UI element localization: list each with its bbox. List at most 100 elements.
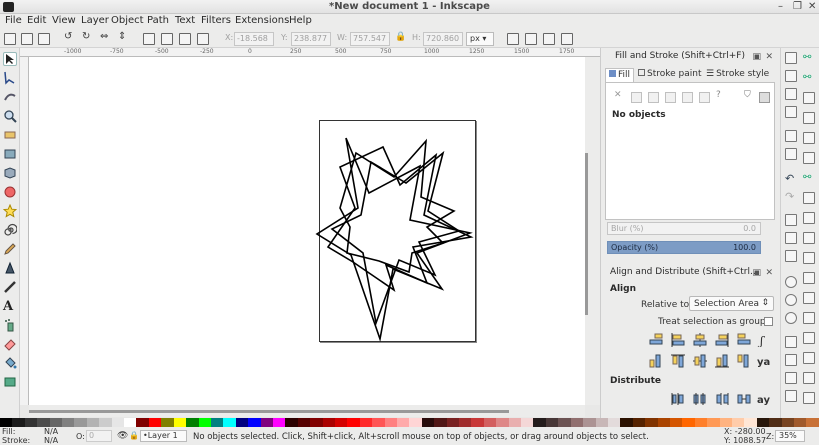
- text-tool-icon[interactable]: A: [3, 299, 17, 314]
- palette-swatch[interactable]: [409, 418, 422, 427]
- snap-nodes-icon[interactable]: ⚯: [803, 172, 815, 184]
- minimize-button[interactable]: –: [778, 1, 783, 12]
- snap-bbox-icon[interactable]: ⚯: [803, 72, 815, 84]
- palette-swatch[interactable]: [545, 418, 559, 427]
- rectangle-tool-icon[interactable]: [3, 147, 17, 161]
- palette-swatch[interactable]: [62, 418, 75, 427]
- palette-swatch[interactable]: [421, 418, 435, 427]
- y-field[interactable]: 238.877: [291, 32, 331, 46]
- palette-swatch[interactable]: [0, 418, 13, 427]
- dialog-close-icon[interactable]: ✕: [765, 52, 773, 62]
- move-patterns-icon[interactable]: [561, 33, 573, 45]
- print-document-icon[interactable]: [785, 106, 797, 118]
- pattern-icon[interactable]: [699, 92, 710, 103]
- palette-swatch[interactable]: [248, 418, 261, 427]
- palette-swatch[interactable]: [161, 418, 174, 427]
- flat-color-icon[interactable]: [631, 92, 642, 103]
- measure-tool-icon[interactable]: [3, 128, 17, 142]
- palette-swatch[interactable]: [186, 418, 199, 427]
- menu-extensions[interactable]: Extensions: [235, 15, 289, 26]
- align-close-icon[interactable]: ✕: [765, 268, 773, 278]
- snap-bbox-centers-icon[interactable]: [803, 152, 815, 164]
- palette-swatch[interactable]: [645, 418, 658, 427]
- align-bottom-to-top-anchor-icon[interactable]: [649, 354, 663, 368]
- h-field[interactable]: 720.860: [423, 32, 463, 46]
- palette-swatch[interactable]: [148, 418, 162, 427]
- menu-edit[interactable]: Edit: [27, 15, 46, 26]
- palette-swatch[interactable]: [12, 418, 25, 427]
- radial-gradient-icon[interactable]: [665, 92, 676, 103]
- snap-centers-icon[interactable]: [803, 292, 815, 304]
- palette-swatch[interactable]: [74, 418, 87, 427]
- snap-bbox-edges-icon[interactable]: [803, 92, 815, 104]
- snap-smooth-nodes-icon[interactable]: [803, 252, 815, 264]
- open-document-icon[interactable]: [785, 70, 797, 82]
- align-top-to-bottom-anchor-icon[interactable]: [737, 354, 751, 368]
- distribute-left-edges-icon[interactable]: [671, 392, 685, 406]
- palette-swatch[interactable]: [198, 418, 211, 427]
- select-all-layers-icon[interactable]: [21, 33, 33, 45]
- distribute-right-edges-icon[interactable]: [715, 392, 729, 406]
- palette-swatch[interactable]: [719, 418, 732, 427]
- palette-swatch[interactable]: [124, 418, 137, 427]
- palette-swatch[interactable]: [744, 418, 757, 427]
- center-horizontal-axis-icon[interactable]: [693, 354, 707, 368]
- palette-swatch[interactable]: [99, 418, 112, 427]
- vertical-scrollbar[interactable]: [585, 57, 600, 405]
- pencil-tool-icon[interactable]: [3, 242, 17, 256]
- align-right-edges-icon[interactable]: [715, 333, 729, 347]
- tab-fill[interactable]: Fill: [605, 68, 635, 82]
- menu-path[interactable]: Path: [147, 15, 169, 26]
- align-baseline-anchors-icon[interactable]: ya: [757, 354, 771, 368]
- palette-swatch[interactable]: [682, 418, 695, 427]
- palette-swatch[interactable]: [794, 418, 807, 427]
- palette-swatch[interactable]: [223, 418, 236, 427]
- snap-paths-icon[interactable]: [803, 192, 815, 204]
- layer-visibility-icon[interactable]: 👁: [117, 431, 128, 441]
- 3d-box-tool-icon[interactable]: [3, 166, 17, 180]
- palette-swatch[interactable]: [310, 418, 323, 427]
- save-document-icon[interactable]: [785, 88, 797, 100]
- horizontal-scrollbar[interactable]: [29, 405, 585, 417]
- palette-swatch[interactable]: [173, 418, 187, 427]
- raise-to-top-icon[interactable]: [143, 33, 155, 45]
- palette-swatch[interactable]: [459, 418, 472, 427]
- pen-tool-icon[interactable]: [3, 261, 17, 275]
- zoom-page-icon[interactable]: [785, 312, 797, 324]
- lock-icon[interactable]: 🔒: [395, 32, 407, 44]
- palette-swatch[interactable]: [669, 418, 683, 427]
- palette-swatch[interactable]: [508, 418, 522, 427]
- gradient-tool-icon[interactable]: [3, 375, 17, 389]
- import-icon[interactable]: [785, 130, 797, 142]
- center-vertical-axis-icon[interactable]: [693, 333, 707, 347]
- align-iconify-icon[interactable]: ▣: [752, 268, 761, 278]
- w-field[interactable]: 757.547: [350, 32, 390, 46]
- align-top-edges-icon[interactable]: [671, 354, 685, 368]
- zoom-field[interactable]: 35%: [775, 430, 805, 442]
- tab-stroke-paint[interactable]: Stroke paint: [635, 68, 705, 82]
- snap-cusp-nodes-icon[interactable]: [803, 232, 815, 244]
- palette-swatch[interactable]: [769, 418, 782, 427]
- align-bottom-edges-icon[interactable]: [715, 354, 729, 368]
- spiral-tool-icon[interactable]: [3, 223, 18, 237]
- snap-text-baseline-icon[interactable]: [803, 332, 815, 344]
- distribute-centers-horizontal-icon[interactable]: [693, 392, 707, 406]
- palette-swatch[interactable]: [806, 418, 819, 427]
- menu-layer[interactable]: Layer: [81, 15, 109, 26]
- tweak-tool-icon[interactable]: [3, 90, 17, 104]
- treat-as-group-checkbox[interactable]: [764, 317, 773, 326]
- distribute-gaps-horizontal-icon[interactable]: [737, 392, 751, 406]
- palette-swatch[interactable]: [558, 418, 571, 427]
- palette-swatch[interactable]: [471, 418, 484, 427]
- palette-swatch[interactable]: [496, 418, 509, 427]
- palette-swatch[interactable]: [731, 418, 745, 427]
- palette-swatch[interactable]: [533, 418, 546, 427]
- new-document-icon[interactable]: [785, 52, 797, 64]
- snap-page-border-icon[interactable]: [803, 352, 815, 364]
- align-baseline-text-icon[interactable]: ʃ: [757, 333, 771, 347]
- scale-stroke-icon[interactable]: [507, 33, 519, 45]
- palette-swatch[interactable]: [707, 418, 720, 427]
- select-original-icon[interactable]: [785, 390, 797, 402]
- blur-field[interactable]: Blur (%) 0.0: [607, 222, 761, 235]
- close-button[interactable]: ✕: [808, 1, 816, 12]
